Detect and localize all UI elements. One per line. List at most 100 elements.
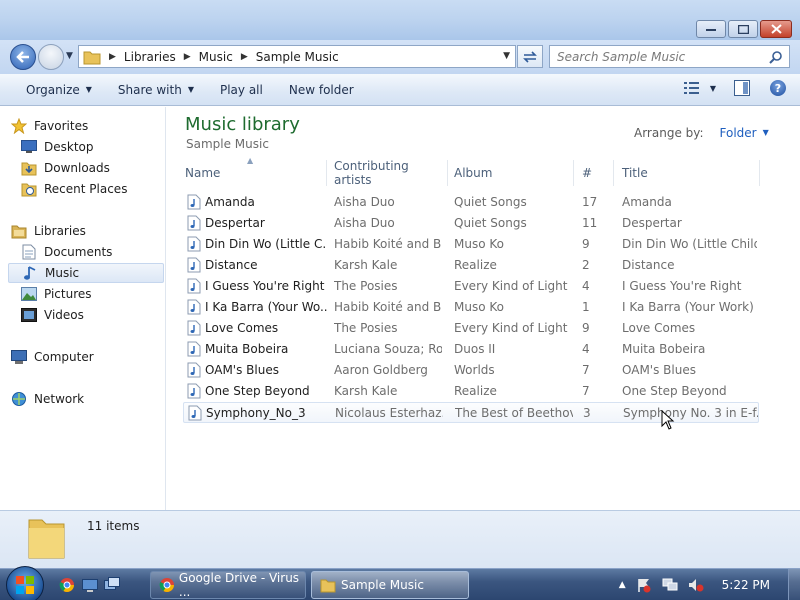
column-number-label: # <box>582 166 593 180</box>
item-count: 11 items <box>87 519 140 533</box>
show-desktop-quicklaunch-icon[interactable] <box>82 577 98 593</box>
search-input[interactable] <box>557 49 762 64</box>
arrange-by-dropdown[interactable]: Folder <box>720 126 757 140</box>
folder-icon <box>320 579 336 593</box>
maximize-button[interactable] <box>728 20 758 38</box>
new-folder-label: New folder <box>288 82 354 97</box>
details-view-icon <box>683 82 699 94</box>
file-album: Realize <box>454 258 497 272</box>
audio-file-icon <box>187 383 201 399</box>
change-view-button[interactable]: ▼ <box>683 81 716 95</box>
music-note-icon <box>21 265 39 281</box>
file-artist: Nicolaus Esterhaz... <box>335 406 443 420</box>
chrome-icon[interactable] <box>59 577 75 593</box>
share-with-button[interactable]: Share with ▼ <box>118 83 194 97</box>
file-row[interactable]: One Step Beyond Karsh Kale Realize 7 One… <box>183 381 759 402</box>
column-header-name[interactable]: Name <box>185 160 327 186</box>
file-album: Muso Ko <box>454 237 504 251</box>
breadcrumb-libraries[interactable]: Libraries <box>124 50 176 64</box>
file-row[interactable]: OAM's Blues Aaron Goldberg Worlds 7 OAM'… <box>183 360 759 381</box>
show-hidden-icons-icon[interactable]: ▲ <box>619 580 626 590</box>
back-button[interactable] <box>10 44 36 70</box>
help-icon[interactable]: ? <box>770 80 786 96</box>
nav-libraries[interactable]: Libraries <box>10 221 164 241</box>
file-row[interactable]: Amanda Aisha Duo Quiet Songs 17 Amanda <box>183 192 759 213</box>
network-tray-icon[interactable] <box>662 577 678 593</box>
volume-muted-icon[interactable] <box>688 577 704 593</box>
nav-network[interactable]: Network <box>10 389 164 409</box>
address-bar[interactable]: ▶ Libraries ▶ Music ▶ Sample Music ▼ <box>78 45 516 68</box>
breadcrumb-separator[interactable]: ▶ <box>184 52 191 62</box>
taskbar-item-explorer-label: Sample Music <box>341 578 424 592</box>
file-artist: Karsh Kale <box>334 384 398 398</box>
column-header-number[interactable]: # <box>582 160 614 186</box>
forward-button[interactable] <box>38 44 64 70</box>
file-title: One Step Beyond <box>622 384 727 398</box>
taskbar-item-chrome[interactable]: Google Drive - Virus ... <box>150 571 306 599</box>
preview-pane-icon[interactable] <box>734 80 750 96</box>
nav-desktop-label: Desktop <box>44 140 94 154</box>
file-artist: Habib Koité and B... <box>334 237 442 251</box>
search-icon[interactable] <box>769 50 783 64</box>
nav-desktop[interactable]: Desktop <box>20 137 164 157</box>
taskbar-item-explorer[interactable]: Sample Music <box>311 571 469 599</box>
breadcrumb: ▶ Libraries ▶ Music ▶ Sample Music <box>101 50 339 64</box>
nav-computer[interactable]: Computer <box>10 347 164 367</box>
address-dropdown-icon[interactable]: ▼ <box>503 51 510 61</box>
nav-pictures[interactable]: Pictures <box>20 284 164 304</box>
file-name: Din Din Wo (Little C... <box>205 237 327 251</box>
file-row[interactable]: Despertar Aisha Duo Quiet Songs 11 Despe… <box>183 213 759 234</box>
file-row[interactable]: Distance Karsh Kale Realize 2 Distance <box>183 255 759 276</box>
nav-favorites-label: Favorites <box>34 119 89 133</box>
column-title-label: Title <box>622 166 648 180</box>
audio-file-icon <box>187 278 201 294</box>
column-header-title[interactable]: Title <box>622 160 760 186</box>
organize-button[interactable]: Organize ▼ <box>26 83 92 97</box>
system-tray: ▲ 5:22 PM <box>609 569 800 600</box>
column-artists-label: Contributing artists <box>334 159 409 187</box>
file-row[interactable]: I Guess You're Right The Posies Every Ki… <box>183 276 759 297</box>
breadcrumb-separator[interactable]: ▶ <box>109 52 116 62</box>
title-bar[interactable] <box>0 0 800 40</box>
file-row[interactable]: Din Din Wo (Little C... Habib Koité and … <box>183 234 759 255</box>
start-button[interactable] <box>6 566 44 600</box>
breadcrumb-separator[interactable]: ▶ <box>241 52 248 62</box>
file-track-number: 1 <box>582 300 590 314</box>
file-artist: The Posies <box>334 321 398 335</box>
nav-documents[interactable]: Documents <box>20 242 164 262</box>
file-artist: Aaron Goldberg <box>334 363 428 377</box>
breadcrumb-music[interactable]: Music <box>199 50 233 64</box>
play-all-button[interactable]: Play all <box>220 83 263 97</box>
file-list-pane: Music library Sample Music Arrange by: F… <box>167 107 800 510</box>
file-name: Amanda <box>205 195 255 209</box>
file-album: Worlds <box>454 363 495 377</box>
show-desktop-button[interactable] <box>788 569 800 600</box>
switch-windows-icon[interactable] <box>104 577 120 593</box>
breadcrumb-sample-music[interactable]: Sample Music <box>256 50 339 64</box>
file-row[interactable]: Love Comes The Posies Every Kind of Ligh… <box>183 318 759 339</box>
mouse-cursor-icon <box>661 410 675 430</box>
action-center-flag-icon[interactable] <box>636 577 652 593</box>
file-row[interactable]: I Ka Barra (Your Wo... Habib Koité and B… <box>183 297 759 318</box>
chevron-down-icon[interactable]: ▼ <box>763 128 769 140</box>
column-header-artists[interactable]: Contributing artists <box>334 159 448 187</box>
nav-videos[interactable]: Videos <box>20 305 164 325</box>
windows-logo-icon <box>16 576 34 594</box>
arrange-by-label: Arrange by: <box>634 126 704 140</box>
nav-recent-places[interactable]: Recent Places <box>20 179 164 199</box>
minimize-button[interactable] <box>696 20 726 38</box>
taskbar-clock[interactable]: 5:22 PM <box>722 578 770 592</box>
file-name: One Step Beyond <box>205 384 310 398</box>
column-header-album[interactable]: Album <box>454 160 574 186</box>
nav-downloads[interactable]: Downloads <box>20 158 164 178</box>
new-folder-button[interactable]: New folder <box>289 83 354 97</box>
close-button[interactable] <box>760 20 792 38</box>
recent-pages-dropdown[interactable]: ▼ <box>66 51 73 61</box>
folder-icon <box>28 519 65 559</box>
view-controls: ▼ ? <box>683 80 786 96</box>
refresh-button[interactable] <box>517 45 543 68</box>
nav-music[interactable]: Music <box>8 263 164 283</box>
recent-places-icon <box>20 181 38 197</box>
file-row[interactable]: Muita Bobeira Luciana Souza; Ro... Duos … <box>183 339 759 360</box>
nav-favorites[interactable]: Favorites <box>10 116 164 136</box>
